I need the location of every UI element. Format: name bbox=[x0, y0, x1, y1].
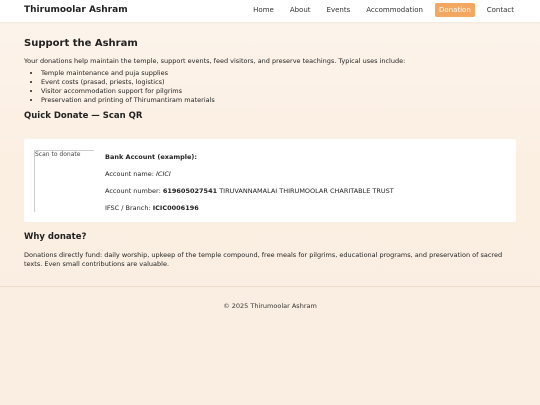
bank-details: Bank Account (example): Account name: IC… bbox=[105, 153, 394, 221]
nav-about[interactable]: About bbox=[286, 3, 315, 17]
list-item: Preservation and printing of Thirumantir… bbox=[41, 96, 516, 105]
uses-list: Temple maintenance and puja supplies Eve… bbox=[24, 69, 516, 105]
main-nav: Home About Events Accommodation Donation… bbox=[241, 3, 518, 17]
list-item: Temple maintenance and puja supplies bbox=[41, 69, 516, 78]
account-holder: TIRUVANNAMALAI THIRUMOOLAR CHARITABLE TR… bbox=[219, 187, 394, 195]
quick-donate-card: Scan to donate Bank Account (example): A… bbox=[24, 139, 516, 222]
qr-code-image: Scan to donate bbox=[34, 150, 94, 212]
nav-donation[interactable]: Donation bbox=[434, 3, 475, 17]
copyright-text: © 2025 Thirumoolar Ashram bbox=[223, 302, 317, 310]
list-item: Visitor accommodation support for pilgri… bbox=[41, 87, 516, 96]
ifsc-value: ICIC0006196 bbox=[152, 204, 199, 212]
list-item: Event costs (prasad, priests, logistics) bbox=[41, 78, 516, 87]
site-brand[interactable]: Thirumoolar Ashram bbox=[24, 5, 128, 15]
nav-home[interactable]: Home bbox=[249, 3, 278, 17]
quick-donate-heading: Quick Donate — Scan QR bbox=[24, 111, 143, 121]
nav-accommodation[interactable]: Accommodation bbox=[362, 3, 427, 17]
ifsc-label: IFSC / Branch: bbox=[105, 204, 151, 212]
why-donate-text: Donations directly fund: daily worship, … bbox=[24, 251, 503, 268]
account-name-label: Account name: bbox=[105, 170, 154, 178]
qr-alt-text: Scan to donate bbox=[35, 151, 81, 158]
site-footer: © 2025 Thirumoolar Ashram bbox=[0, 302, 540, 310]
intro-text: Your donations help maintain the temple,… bbox=[24, 57, 406, 65]
nav-contact[interactable]: Contact bbox=[483, 3, 518, 17]
account-number-value: 619605027541 bbox=[162, 187, 218, 195]
site-header: Thirumoolar Ashram Home About Events Acc… bbox=[0, 0, 540, 22]
why-donate-section: Why donate? Donations directly fund: dai… bbox=[24, 232, 516, 269]
bank-heading: Bank Account (example): bbox=[105, 153, 197, 161]
account-name-value: ICICI bbox=[156, 170, 171, 178]
account-number-label: Account number: bbox=[105, 187, 161, 195]
why-donate-heading: Why donate? bbox=[24, 232, 87, 242]
footer-divider bbox=[0, 286, 540, 287]
nav-events[interactable]: Events bbox=[323, 3, 355, 17]
page-title: Support the Ashram bbox=[24, 38, 138, 49]
main-content: Support the Ashram Your donations help m… bbox=[24, 38, 516, 121]
